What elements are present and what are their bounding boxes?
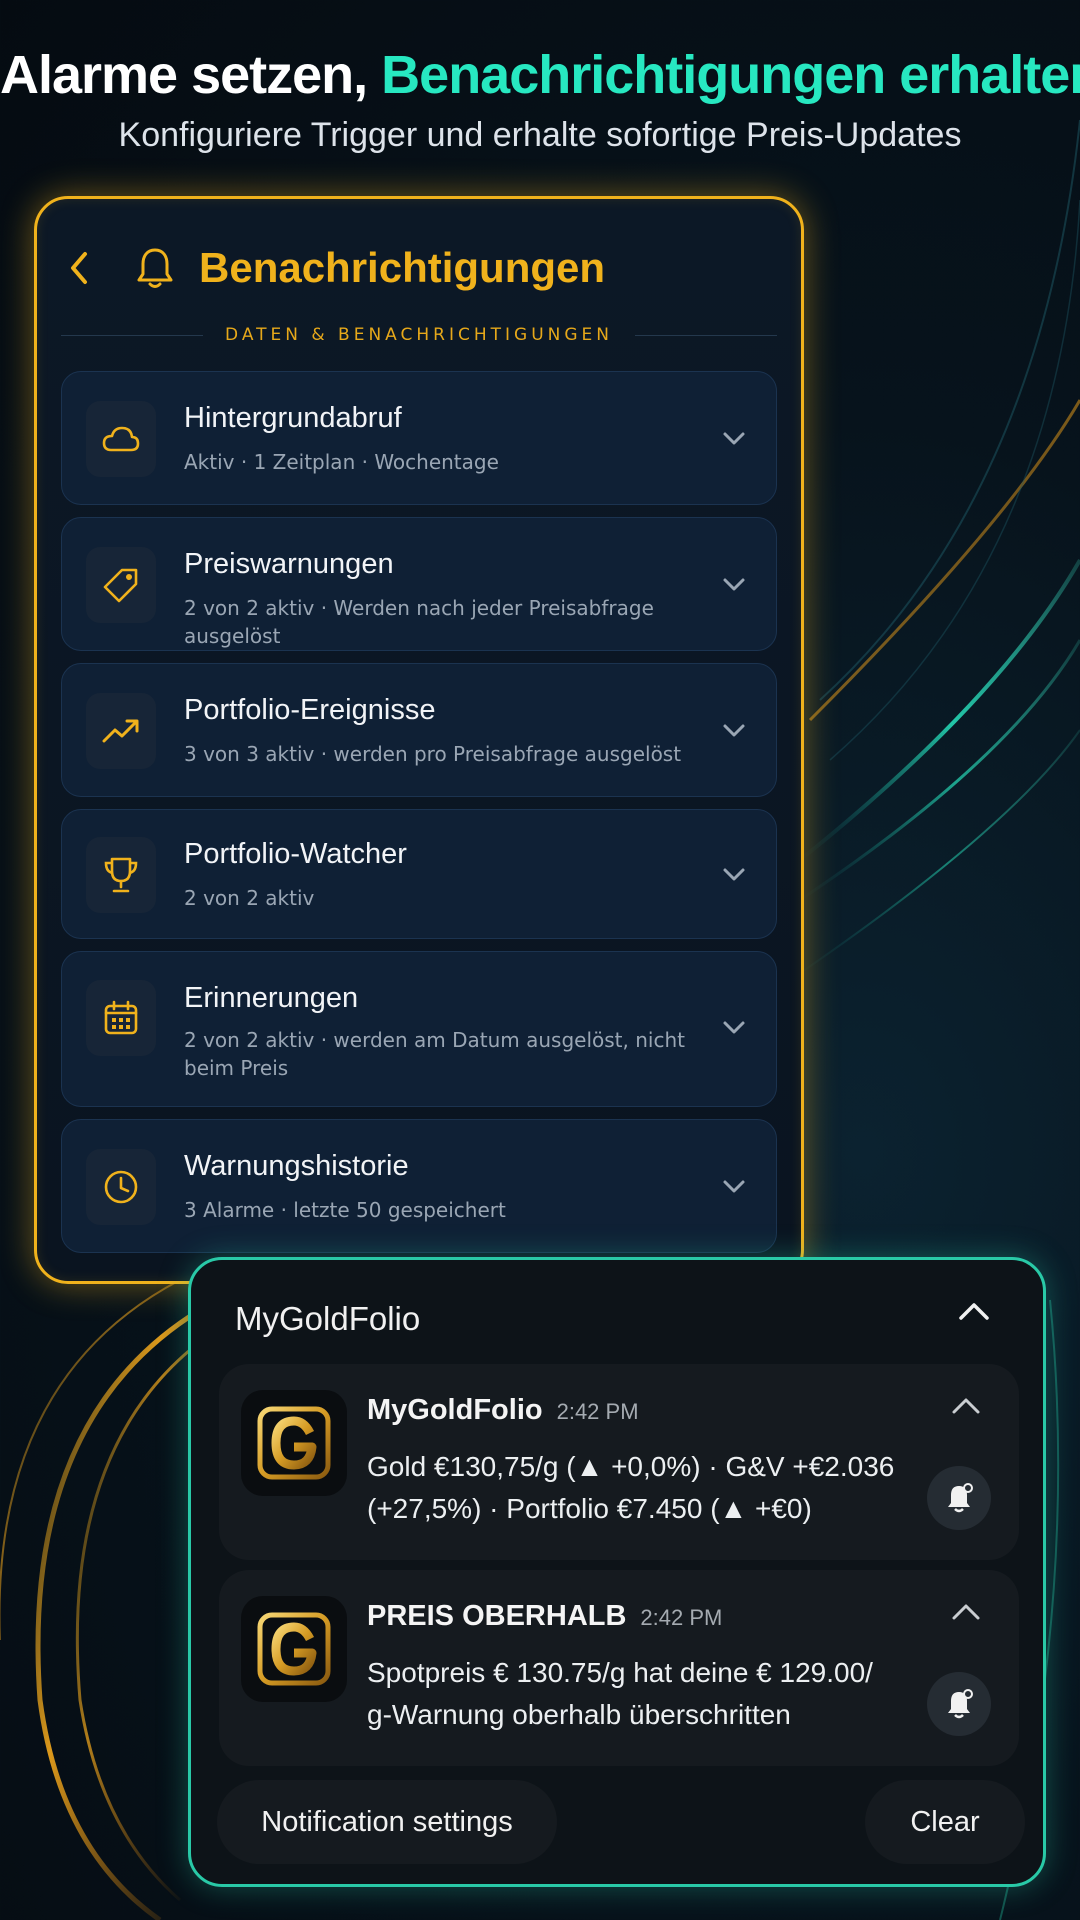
chevron-down-icon[interactable] bbox=[720, 571, 748, 599]
notification-title: PREIS OBERHALB 2:42 PM bbox=[367, 1600, 722, 1633]
chevron-down-icon[interactable] bbox=[720, 425, 748, 453]
settings-item-portfolio-ereignisse[interactable]: Portfolio-Ereignisse 3 von 3 aktiv · wer… bbox=[61, 663, 777, 797]
item-title: Preiswarnungen bbox=[184, 548, 394, 580]
settings-item-preiswarnungen[interactable]: Preiswarnungen 2 von 2 aktiv · Werden na… bbox=[61, 517, 777, 651]
headline: Alarme setzen, Benachrichtigungen erhalt… bbox=[0, 44, 1080, 155]
chevron-down-icon[interactable] bbox=[720, 1014, 748, 1042]
tag-icon bbox=[86, 547, 156, 623]
item-subtitle: 2 von 2 aktiv · Werden nach jeder Preisa… bbox=[184, 596, 654, 648]
panel-title: Benachrichtigungen bbox=[199, 244, 606, 291]
item-title: Hintergrundabruf bbox=[184, 402, 402, 434]
trend-up-icon bbox=[86, 693, 156, 769]
notification-card[interactable]: PREIS OBERHALB 2:42 PM Spotpreis € 130.75… bbox=[219, 1570, 1019, 1766]
section-label: DATEN & BENACHRICHTIGUNGEN bbox=[61, 325, 778, 345]
chevron-down-icon[interactable] bbox=[720, 1173, 748, 1201]
item-title: Warnungshistorie bbox=[184, 1150, 409, 1182]
headline-subtitle: Konfiguriere Trigger und erhalte soforti… bbox=[118, 116, 962, 154]
bell-snooze-icon[interactable] bbox=[927, 1466, 991, 1530]
headline-title: Alarme setzen, Benachrichtigungen erhalt… bbox=[0, 44, 1080, 106]
divider bbox=[61, 334, 204, 336]
item-subtitle: Aktiv · 1 Zeitplan · Wochentage bbox=[184, 450, 499, 474]
chevron-up-icon[interactable] bbox=[951, 1602, 981, 1632]
calendar-icon bbox=[86, 980, 156, 1056]
back-chevron-icon[interactable] bbox=[67, 250, 103, 286]
item-title: Portfolio-Watcher bbox=[184, 838, 407, 870]
notification-body: Gold €130,75/g (▲ +0,0%) · G&V +€2.036 (… bbox=[367, 1451, 895, 1524]
headline-title-part1: Alarme setzen, bbox=[0, 45, 382, 105]
notification-time: 2:42 PM bbox=[640, 1605, 723, 1630]
notification-app-name: MyGoldFolio bbox=[235, 1300, 421, 1337]
settings-item-portfolio-watcher[interactable]: Portfolio-Watcher 2 von 2 aktiv bbox=[61, 809, 777, 939]
chevron-down-icon[interactable] bbox=[720, 717, 748, 745]
notification-title-text: MyGoldFolio bbox=[367, 1394, 543, 1426]
notifications-settings-panel: Benachrichtigungen DATEN & BENACHRICHTIG… bbox=[34, 196, 804, 1284]
notification-settings-button[interactable]: Notification settings bbox=[217, 1780, 557, 1864]
item-subtitle: 3 Alarme · letzte 50 gespeichert bbox=[184, 1198, 506, 1222]
bell-snooze-icon[interactable] bbox=[927, 1672, 991, 1736]
divider bbox=[634, 334, 778, 336]
item-title: Portfolio-Ereignisse bbox=[184, 694, 436, 726]
settings-item-erinnerungen[interactable]: Erinnerungen 2 von 2 aktiv · werden am D… bbox=[61, 951, 777, 1107]
item-subtitle: 2 von 2 aktiv · werden am Datum ausgelös… bbox=[184, 1028, 685, 1080]
settings-item-warnungshistorie[interactable]: Warnungshistorie 3 Alarme · letzte 50 ge… bbox=[61, 1119, 777, 1253]
notification-shade: MyGoldFolio MyGoldFolio 2:42 PM Gold €130… bbox=[188, 1257, 1046, 1887]
cloud-icon bbox=[86, 401, 156, 477]
bell-icon bbox=[135, 246, 179, 290]
item-subtitle: 3 von 3 aktiv · werden pro Preisabfrage … bbox=[184, 742, 682, 766]
item-subtitle: 2 von 2 aktiv bbox=[184, 886, 315, 910]
app-logo-icon bbox=[241, 1596, 347, 1702]
headline-title-accent: Benachrichtigungen erhalten bbox=[381, 45, 1080, 105]
notification-title: MyGoldFolio 2:42 PM bbox=[367, 1394, 639, 1427]
notification-time: 2:42 PM bbox=[556, 1399, 639, 1424]
trophy-icon bbox=[86, 837, 156, 913]
chevron-down-icon[interactable] bbox=[720, 861, 748, 889]
notification-body: Spotpreis € 130.75/g hat deine € 129.00/… bbox=[367, 1657, 873, 1730]
clear-button[interactable]: Clear bbox=[865, 1780, 1025, 1864]
section-label-text: DATEN & BENACHRICHTIGUNGEN bbox=[225, 325, 613, 345]
notification-card[interactable]: MyGoldFolio 2:42 PM Gold €130,75/g (▲ +0,… bbox=[219, 1364, 1019, 1560]
app-logo-icon bbox=[241, 1390, 347, 1496]
notification-title-text: PREIS OBERHALB bbox=[367, 1600, 627, 1632]
chevron-up-icon[interactable] bbox=[957, 1300, 991, 1334]
settings-item-hintergrundabruf[interactable]: Hintergrundabruf Aktiv · 1 Zeitplan · Wo… bbox=[61, 371, 777, 505]
clock-icon bbox=[86, 1149, 156, 1225]
chevron-up-icon[interactable] bbox=[951, 1396, 981, 1426]
item-title: Erinnerungen bbox=[184, 982, 359, 1014]
panel-header: Benachrichtigungen bbox=[67, 233, 605, 303]
